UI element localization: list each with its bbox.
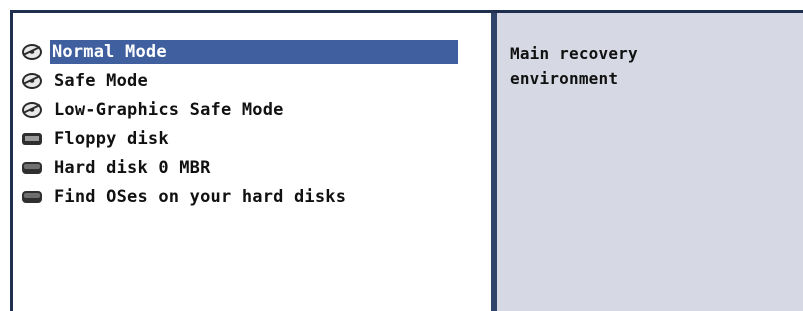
boot-option-find-oses[interactable]: Find OSes on your hard disks — [13, 182, 491, 211]
boot-option-label: Safe Mode — [54, 70, 148, 91]
boot-options-panel: Normal Mode Safe Mode Low-Graphics Safe … — [13, 13, 491, 311]
boot-option-label: Normal Mode — [50, 39, 458, 64]
boot-option-floppy-disk[interactable]: Floppy disk — [13, 124, 491, 153]
boot-options-list: Normal Mode Safe Mode Low-Graphics Safe … — [13, 37, 491, 211]
boot-option-normal-mode[interactable]: Normal Mode — [13, 37, 491, 66]
cd-icon — [18, 98, 46, 122]
boot-option-label: Floppy disk — [54, 128, 169, 149]
floppy-disk-icon — [18, 127, 46, 151]
option-description: Main recovery environment — [510, 41, 790, 91]
boot-option-label: Find OSes on your hard disks — [54, 186, 347, 207]
description-panel: Main recovery environment — [497, 13, 803, 311]
boot-option-hard-disk-0-mbr[interactable]: Hard disk 0 MBR — [13, 153, 491, 182]
hard-disk-icon — [18, 156, 46, 180]
boot-option-low-graphics-safe-mode[interactable]: Low-Graphics Safe Mode — [13, 95, 491, 124]
boot-menu-screen: Normal Mode Safe Mode Low-Graphics Safe … — [0, 0, 803, 311]
cd-icon — [18, 69, 46, 93]
boot-option-safe-mode[interactable]: Safe Mode — [13, 66, 491, 95]
cd-icon — [18, 40, 46, 64]
boot-option-label: Hard disk 0 MBR — [54, 157, 211, 178]
description-line-2: environment — [510, 69, 619, 88]
hard-disk-icon — [18, 185, 46, 209]
description-line-1: Main recovery — [510, 44, 638, 63]
boot-option-label: Low-Graphics Safe Mode — [54, 99, 284, 120]
